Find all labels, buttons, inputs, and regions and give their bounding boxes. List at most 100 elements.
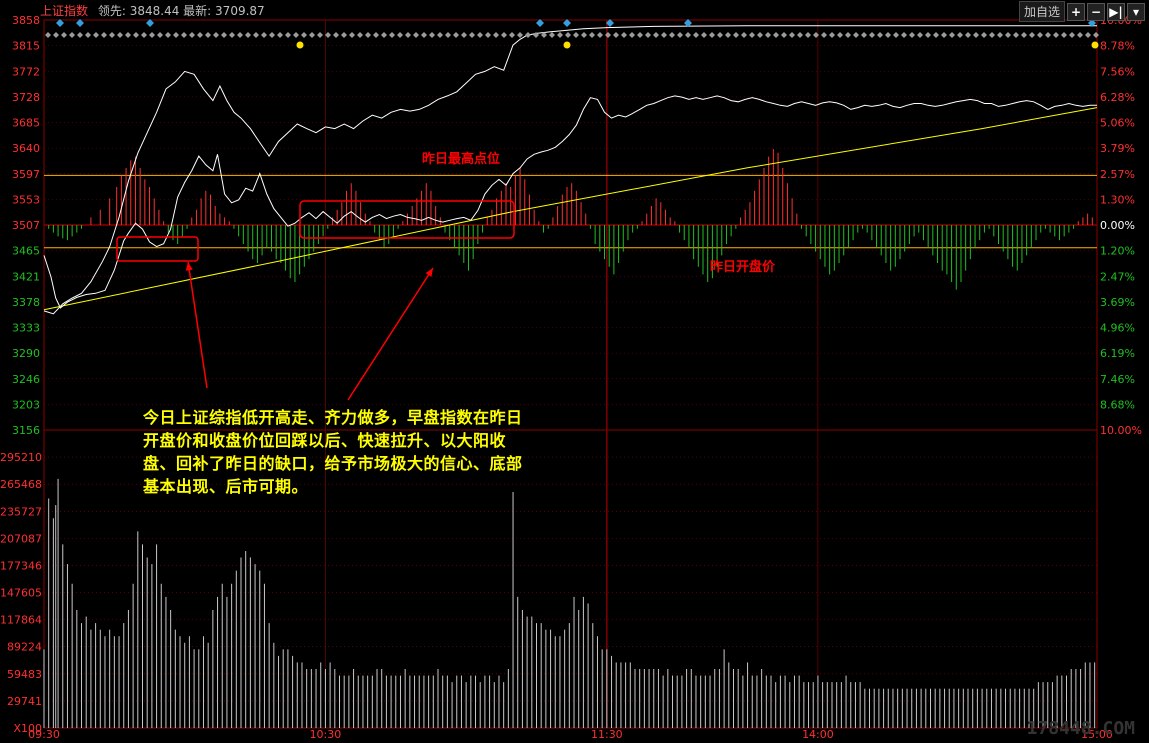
event-marker: [1029, 32, 1035, 38]
event-marker: [277, 32, 283, 38]
event-marker: [973, 32, 979, 38]
event-marker: [269, 32, 275, 38]
event-marker: [909, 32, 915, 38]
event-marker: [133, 32, 139, 38]
volume-tick-label: 147605: [0, 587, 42, 600]
price-tick-label: 3685: [12, 117, 40, 130]
commentary-text: 今日上证综指低开高走、齐力做多，早盘指数在昨日开盘价和收盘价位回踩以后、快速拉升…: [143, 408, 523, 496]
volume-tick-label: 29741: [7, 695, 42, 708]
event-marker: [253, 32, 259, 38]
event-marker: [885, 32, 891, 38]
event-marker: [1093, 32, 1099, 38]
event-marker: [461, 32, 467, 38]
event-marker: [157, 32, 163, 38]
arrow-left: [187, 261, 208, 389]
event-marker: [645, 32, 651, 38]
event-marker: [485, 32, 491, 38]
arrow-right: [347, 267, 434, 401]
toolbar: 加自选 + − ▶| ▾: [1018, 1, 1145, 22]
event-marker: [861, 32, 867, 38]
event-marker: [477, 32, 483, 38]
dropdown-button[interactable]: ▾: [1127, 2, 1145, 21]
event-marker: [1021, 32, 1027, 38]
pct-tick-label: 2.47%: [1100, 270, 1135, 283]
event-marker: [437, 32, 443, 38]
volume-tick-label: 207087: [0, 532, 42, 545]
event-marker: [293, 32, 299, 38]
price-tick-label: 3772: [12, 65, 40, 78]
event-marker: [69, 32, 75, 38]
event-marker: [1061, 32, 1067, 38]
event-marker: [341, 32, 347, 38]
event-marker: [93, 32, 99, 38]
price-tick-label: 3156: [12, 424, 40, 437]
event-marker: [845, 32, 851, 38]
event-marker: [877, 32, 883, 38]
event-marker: [581, 32, 587, 38]
event-marker: [261, 32, 267, 38]
zoom-out-button[interactable]: −: [1087, 2, 1105, 21]
event-marker: [901, 32, 907, 38]
news-dot: [1091, 41, 1099, 49]
event-marker: [1085, 32, 1091, 38]
average-price-line: [43, 107, 1098, 311]
event-marker: [85, 32, 91, 38]
time-tick-label: 11:30: [591, 728, 623, 741]
event-marker: [141, 32, 147, 38]
event-marker: [869, 32, 875, 38]
event-marker: [757, 32, 763, 38]
event-marker: [373, 32, 379, 38]
event-marker: [77, 32, 83, 38]
pct-tick-label: 1.30%: [1100, 193, 1135, 206]
event-marker: [981, 32, 987, 38]
event-marker: [765, 32, 771, 38]
event-marker: [325, 32, 331, 38]
label-yesterday-high: 昨日最高点位: [422, 151, 500, 167]
event-marker: [749, 32, 755, 38]
zoom-in-button[interactable]: +: [1067, 2, 1085, 21]
event-marker: [621, 32, 627, 38]
event-marker: [949, 32, 955, 38]
index-name[interactable]: 上证指数: [40, 4, 88, 18]
event-marker: [853, 32, 859, 38]
event-marker: [933, 32, 939, 38]
event-marker: [45, 32, 51, 38]
event-marker: [893, 32, 899, 38]
event-marker: [469, 32, 475, 38]
event-marker: [61, 32, 67, 38]
event-marker: [741, 32, 747, 38]
event-marker: [789, 32, 795, 38]
watermark: 178448.COM: [1026, 718, 1135, 739]
event-marker: [829, 32, 835, 38]
add-watchlist-button[interactable]: 加自选: [1018, 1, 1065, 22]
pct-tick-label: 4.96%: [1100, 322, 1135, 335]
price-tick-label: 3728: [12, 91, 40, 104]
volume-tick-label: 117864: [0, 614, 42, 627]
event-marker: [733, 32, 739, 38]
event-marker: [1005, 32, 1011, 38]
next-button[interactable]: ▶|: [1107, 2, 1125, 21]
event-marker: [773, 32, 779, 38]
price-tick-label: 3465: [12, 245, 40, 258]
price-tick-label: 3507: [12, 219, 40, 232]
event-marker: [101, 32, 107, 38]
event-marker: [629, 32, 635, 38]
volume-tick-label: 89224: [7, 641, 42, 654]
event-marker: [429, 32, 435, 38]
event-marker: [701, 32, 707, 38]
pct-tick-label: 6.19%: [1100, 347, 1135, 360]
price-tick-label: 3553: [12, 193, 40, 206]
latest-label: 最新:: [183, 4, 212, 18]
time-tick-label: 10:30: [310, 728, 342, 741]
event-marker: [573, 32, 579, 38]
event-marker: [509, 32, 515, 38]
event-marker: [165, 32, 171, 38]
label-yesterday-open: 昨日开盘价: [710, 259, 776, 275]
event-marker: [525, 32, 531, 38]
intraday-chart[interactable]: 3858 3815 3772 3728 3685 3640 3597 3553 3507 3465…: [0, 0, 1149, 743]
pct-tick-label: 2.57%: [1100, 168, 1135, 181]
event-marker: [605, 32, 611, 38]
lead-line: [43, 25, 1097, 315]
event-marker: [173, 32, 179, 38]
price-tick-label: 3246: [12, 373, 40, 386]
